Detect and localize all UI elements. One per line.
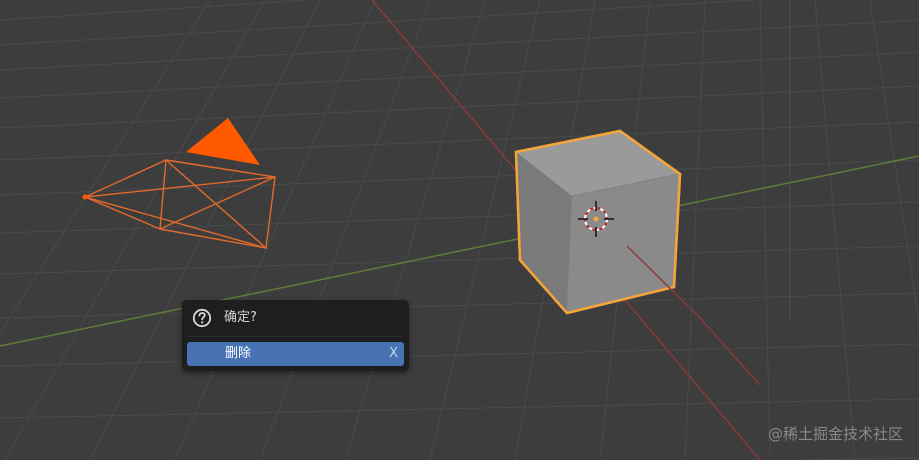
delete-button-label: 删除 (225, 346, 252, 361)
3d-viewport[interactable] (0, 0, 919, 460)
delete-confirm-popup: 确定? 删除 X (182, 300, 409, 371)
delete-button[interactable]: 删除 X (187, 342, 404, 366)
popup-divider (188, 336, 403, 337)
delete-shortcut-label: X (389, 346, 398, 361)
question-circle-icon (192, 308, 212, 328)
popup-header: 确定? (182, 300, 409, 336)
popup-title: 确定? (224, 310, 257, 325)
watermark-text: @稀土掘金技术社区 (767, 425, 903, 443)
